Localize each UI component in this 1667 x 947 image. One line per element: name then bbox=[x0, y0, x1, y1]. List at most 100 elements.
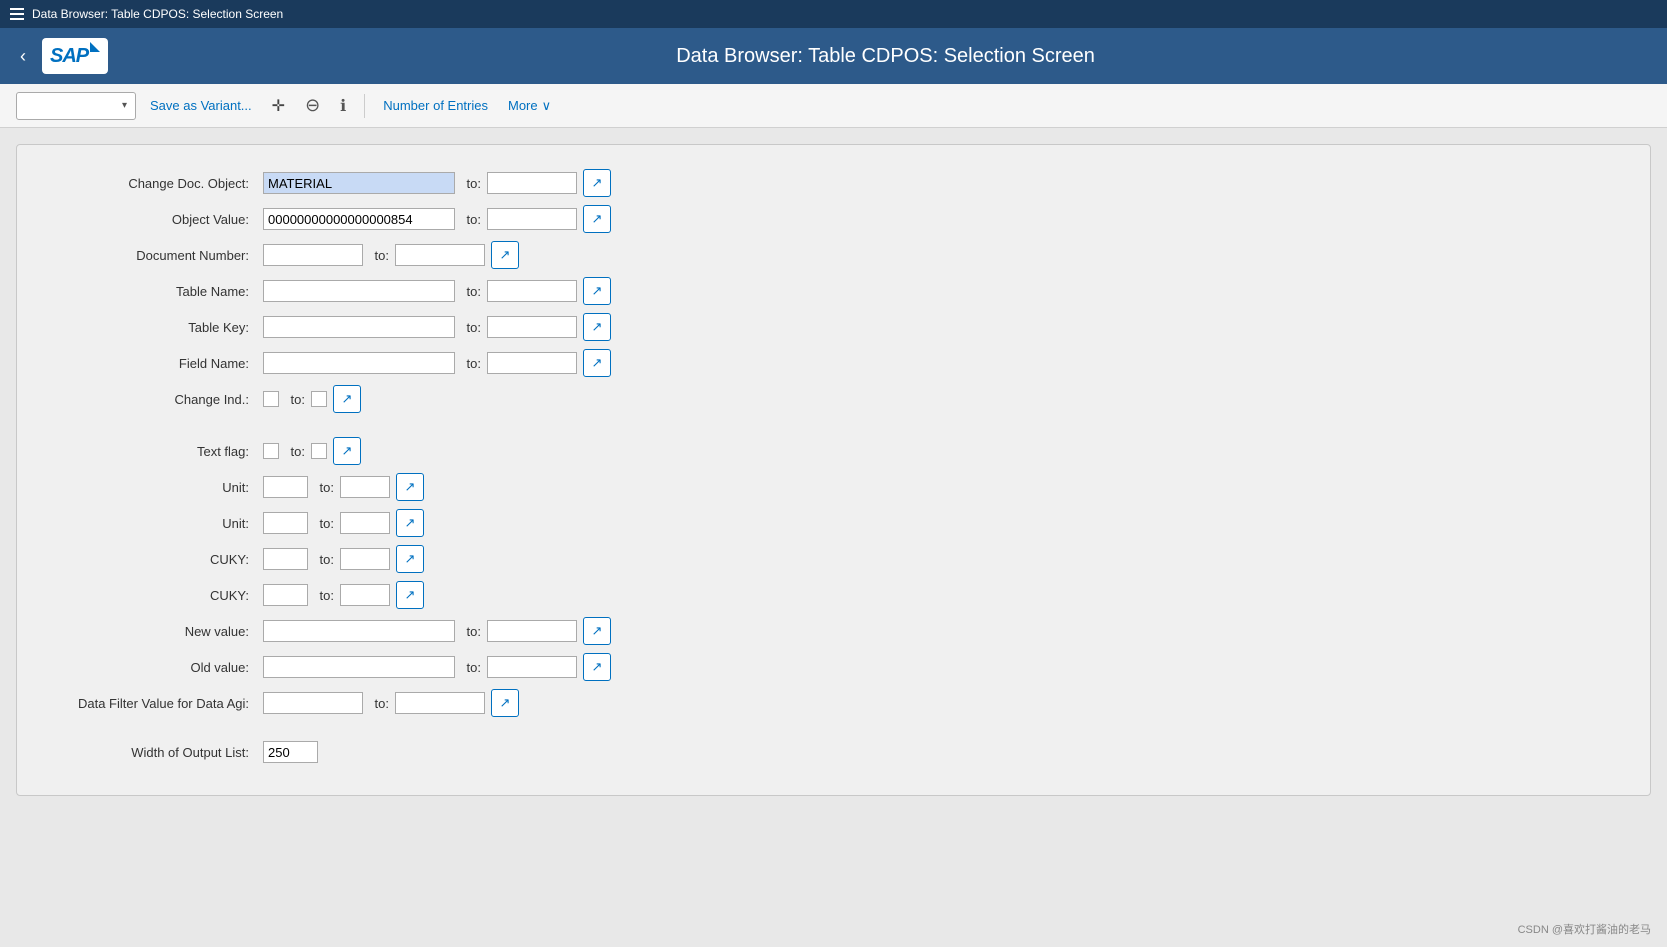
nav-btn-text-flag[interactable]: ↗ bbox=[333, 437, 361, 465]
nav-btn-document-number[interactable]: ↗ bbox=[491, 241, 519, 269]
back-button[interactable]: ‹ bbox=[20, 47, 26, 65]
input-table-name-to[interactable] bbox=[487, 280, 577, 302]
input-change-doc-object-to[interactable] bbox=[487, 172, 577, 194]
number-of-entries-button[interactable]: Number of Entries bbox=[377, 94, 494, 117]
form-row-field-name: Field Name: to: ↗ bbox=[57, 349, 1610, 377]
to-label-13: to: bbox=[461, 624, 481, 639]
nav-btn-data-filter[interactable]: ↗ bbox=[491, 689, 519, 717]
save-variant-label: Save as Variant... bbox=[150, 98, 252, 113]
nav-btn-unit-1[interactable]: ↗ bbox=[396, 473, 424, 501]
nav-btn-new-value[interactable]: ↗ bbox=[583, 617, 611, 645]
form-row-table-key: Table Key: to: ↗ bbox=[57, 313, 1610, 341]
label-data-filter: Data Filter Value for Data Agi: bbox=[57, 696, 257, 711]
input-data-filter[interactable] bbox=[263, 692, 363, 714]
info-button[interactable]: ℹ bbox=[334, 92, 352, 120]
toolbar: ▾ Save as Variant... ✛ ⊖ ℹ Number of Ent… bbox=[0, 84, 1667, 128]
form-row-cuky-1: CUKY: to: ↗ bbox=[57, 545, 1610, 573]
to-label-7: to: bbox=[285, 392, 305, 407]
nav-btn-object-value[interactable]: ↗ bbox=[583, 205, 611, 233]
to-label-6: to: bbox=[461, 356, 481, 371]
move-icon-button[interactable]: ✛ bbox=[266, 92, 291, 120]
navigate-icon-4: ↗ bbox=[592, 283, 603, 299]
nav-btn-old-value[interactable]: ↗ bbox=[583, 653, 611, 681]
nav-btn-cuky-2[interactable]: ↗ bbox=[396, 581, 424, 609]
input-table-name[interactable] bbox=[263, 280, 455, 302]
circle-minus-icon: ⊖ bbox=[305, 95, 320, 116]
label-change-ind: Change Ind.: bbox=[57, 392, 257, 407]
nav-btn-unit-2[interactable]: ↗ bbox=[396, 509, 424, 537]
form-row-unit-1: Unit: to: ↗ bbox=[57, 473, 1610, 501]
label-output-list: Width of Output List: bbox=[57, 745, 257, 760]
to-label-4: to: bbox=[461, 284, 481, 299]
input-old-value[interactable] bbox=[263, 656, 455, 678]
input-cuky-1-to[interactable] bbox=[340, 548, 390, 570]
navigate-icon-13: ↗ bbox=[592, 623, 603, 639]
input-object-value-to[interactable] bbox=[487, 208, 577, 230]
hamburger-menu-icon[interactable] bbox=[10, 8, 24, 20]
nav-btn-change-ind[interactable]: ↗ bbox=[333, 385, 361, 413]
title-bar: Data Browser: Table CDPOS: Selection Scr… bbox=[0, 0, 1667, 28]
input-table-key[interactable] bbox=[263, 316, 455, 338]
nav-btn-change-doc-object[interactable]: ↗ bbox=[583, 169, 611, 197]
input-change-ind[interactable] bbox=[263, 391, 279, 407]
form-row-output-list: Width of Output List: bbox=[57, 741, 1610, 763]
variant-dropdown[interactable]: ▾ bbox=[16, 92, 136, 120]
input-cuky-2-to[interactable] bbox=[340, 584, 390, 606]
input-output-list[interactable] bbox=[263, 741, 318, 763]
label-table-name: Table Name: bbox=[57, 284, 257, 299]
label-table-key: Table Key: bbox=[57, 320, 257, 335]
input-text-flag[interactable] bbox=[263, 443, 279, 459]
input-unit-2-to[interactable] bbox=[340, 512, 390, 534]
navigate-icon-7: ↗ bbox=[342, 391, 353, 407]
input-unit-1-to[interactable] bbox=[340, 476, 390, 498]
input-cuky-2[interactable] bbox=[263, 584, 308, 606]
navigate-icon-14: ↗ bbox=[592, 659, 603, 675]
input-change-ind-to[interactable] bbox=[311, 391, 327, 407]
to-label-1: to: bbox=[461, 176, 481, 191]
nav-btn-table-key[interactable]: ↗ bbox=[583, 313, 611, 341]
input-document-number[interactable] bbox=[263, 244, 363, 266]
input-data-filter-to[interactable] bbox=[395, 692, 485, 714]
nav-btn-table-name[interactable]: ↗ bbox=[583, 277, 611, 305]
input-new-value-to[interactable] bbox=[487, 620, 577, 642]
input-field-name-to[interactable] bbox=[487, 352, 577, 374]
label-document-number: Document Number: bbox=[57, 248, 257, 263]
more-button[interactable]: More ∨ bbox=[502, 94, 557, 118]
main-content: Change Doc. Object: to: ↗ Object Value: … bbox=[0, 128, 1667, 945]
header-bar: ‹ SAP Data Browser: Table CDPOS: Selecti… bbox=[0, 28, 1667, 84]
input-unit-2[interactable] bbox=[263, 512, 308, 534]
input-document-number-to[interactable] bbox=[395, 244, 485, 266]
input-object-value[interactable] bbox=[263, 208, 455, 230]
label-field-name: Field Name: bbox=[57, 356, 257, 371]
number-of-entries-label: Number of Entries bbox=[383, 98, 488, 113]
form-row-table-name: Table Name: to: ↗ bbox=[57, 277, 1610, 305]
sap-logo: SAP bbox=[42, 38, 108, 74]
label-cuky-1: CUKY: bbox=[57, 552, 257, 567]
to-label-2: to: bbox=[461, 212, 481, 227]
input-text-flag-to[interactable] bbox=[311, 443, 327, 459]
input-new-value[interactable] bbox=[263, 620, 455, 642]
to-label-15: to: bbox=[369, 696, 389, 711]
input-cuky-1[interactable] bbox=[263, 548, 308, 570]
form-row-cuky-2: CUKY: to: ↗ bbox=[57, 581, 1610, 609]
navigate-icon-3: ↗ bbox=[500, 247, 511, 263]
circle-minus-button[interactable]: ⊖ bbox=[299, 91, 326, 120]
input-change-doc-object[interactable] bbox=[263, 172, 455, 194]
input-old-value-to[interactable] bbox=[487, 656, 577, 678]
nav-btn-cuky-1[interactable]: ↗ bbox=[396, 545, 424, 573]
label-unit-2: Unit: bbox=[57, 516, 257, 531]
navigate-icon-11: ↗ bbox=[405, 551, 416, 567]
navigate-icon-12: ↗ bbox=[405, 587, 416, 603]
navigate-icon-6: ↗ bbox=[592, 355, 603, 371]
nav-btn-field-name[interactable]: ↗ bbox=[583, 349, 611, 377]
to-label-8: to: bbox=[285, 444, 305, 459]
input-table-key-to[interactable] bbox=[487, 316, 577, 338]
info-icon: ℹ bbox=[340, 96, 346, 116]
save-variant-button[interactable]: Save as Variant... bbox=[144, 94, 258, 117]
label-cuky-2: CUKY: bbox=[57, 588, 257, 603]
input-unit-1[interactable] bbox=[263, 476, 308, 498]
label-new-value: New value: bbox=[57, 624, 257, 639]
sap-logo-text: SAP bbox=[50, 45, 88, 68]
more-chevron-icon: ∨ bbox=[542, 98, 552, 114]
input-field-name[interactable] bbox=[263, 352, 455, 374]
